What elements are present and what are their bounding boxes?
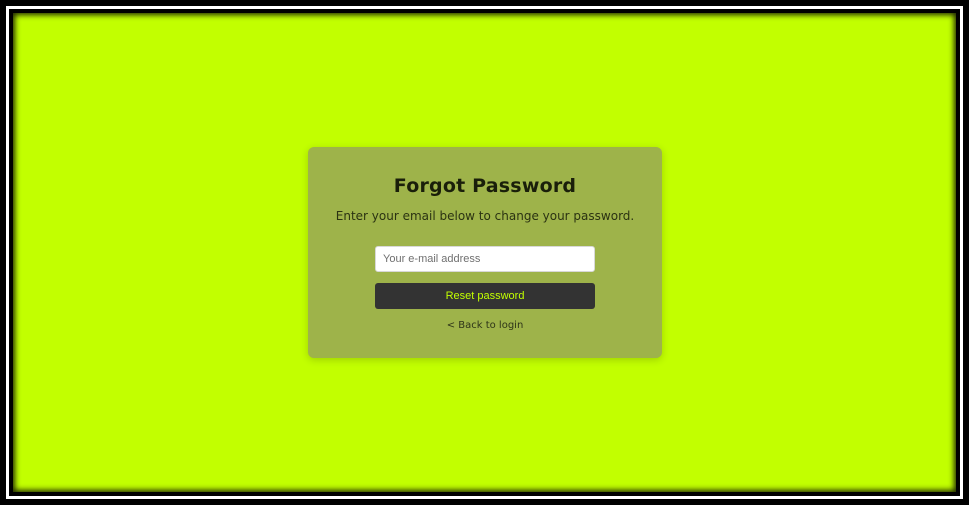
forgot-password-card: Forgot Password Enter your email below t… xyxy=(308,147,662,358)
reset-password-button[interactable]: Reset password xyxy=(375,283,595,309)
back-to-login-link[interactable]: < Back to login xyxy=(308,320,662,331)
email-input[interactable] xyxy=(375,246,595,272)
instructions-text: Enter your email below to change your pa… xyxy=(335,209,635,223)
outer-frame: Forgot Password Enter your email below t… xyxy=(0,0,969,505)
page-title: Forgot Password xyxy=(393,175,577,197)
